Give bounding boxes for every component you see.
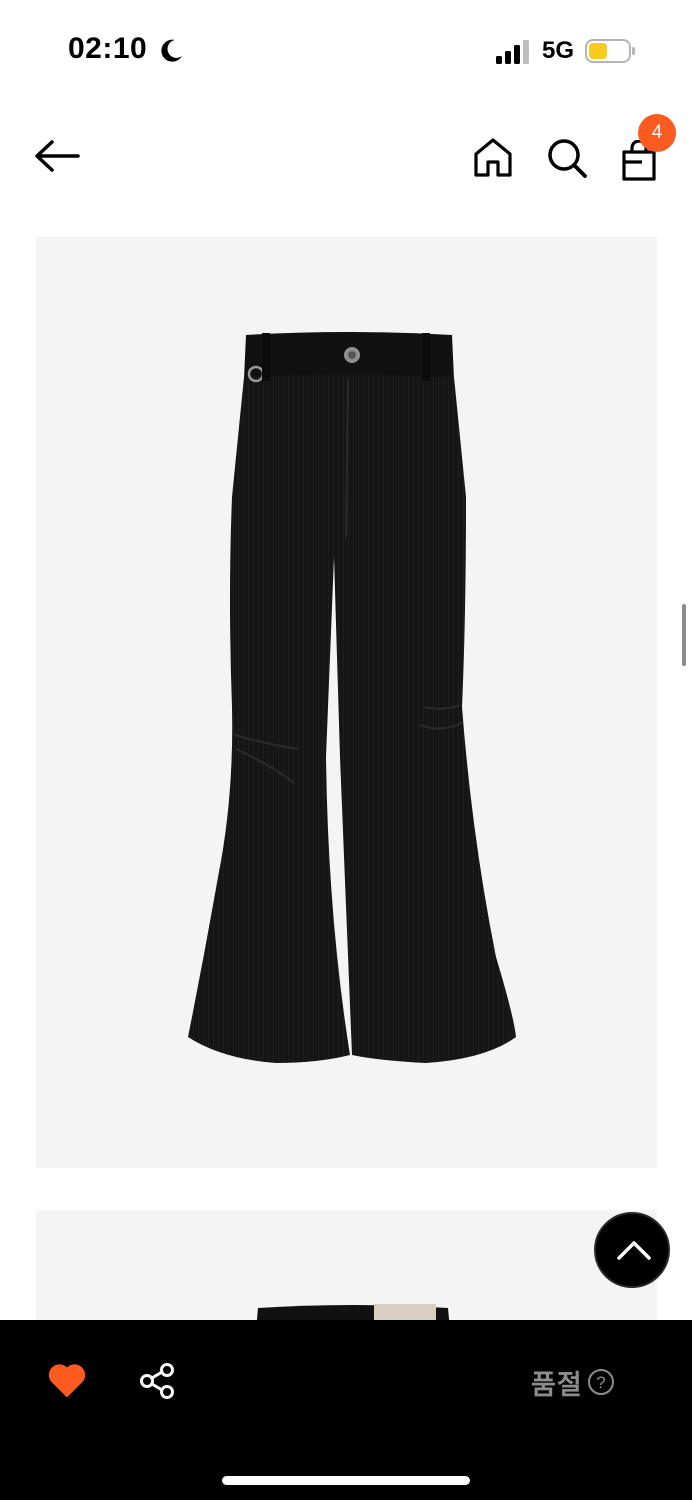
- flared-pants-illustration: [188, 332, 516, 1063]
- soldout-status[interactable]: 품절 ?: [531, 1364, 615, 1400]
- help-icon[interactable]: ?: [587, 1368, 615, 1396]
- scroll-top-icon: [617, 1241, 651, 1260]
- home-indicator[interactable]: [222, 1476, 470, 1485]
- black-corduroy-flared-pants-image[interactable]: [36, 237, 657, 1168]
- status-time: 02:10: [68, 32, 148, 65]
- scroll-indicator[interactable]: [682, 604, 686, 666]
- back-arrow-icon[interactable]: [30, 134, 82, 178]
- moon-icon: [161, 39, 182, 62]
- beige-pants-preview: [256, 1304, 450, 1330]
- top-nav-bar: 4: [0, 110, 692, 205]
- scroll-to-top-button[interactable]: [594, 1212, 670, 1288]
- product-detail-screen: 02:10 5G 4 품절 ?: [0, 0, 692, 1500]
- bottom-action-bar: 품절 ?: [0, 1320, 692, 1500]
- search-icon[interactable]: [545, 136, 589, 180]
- signal-icon: [496, 40, 529, 64]
- network-label: 5G: [542, 37, 575, 64]
- heart-icon[interactable]: [48, 1362, 86, 1398]
- status-bar: 02:10 5G: [0, 0, 692, 100]
- home-icon[interactable]: [472, 136, 514, 178]
- soldout-label: 품절: [531, 1369, 583, 1400]
- product-image-2[interactable]: [36, 1210, 657, 1330]
- battery-icon: [585, 39, 635, 63]
- cart-button[interactable]: 4: [618, 114, 676, 181]
- svg-text:?: ?: [596, 1373, 605, 1392]
- cart-count-badge: 4: [638, 114, 676, 152]
- share-icon[interactable]: [139, 1362, 175, 1400]
